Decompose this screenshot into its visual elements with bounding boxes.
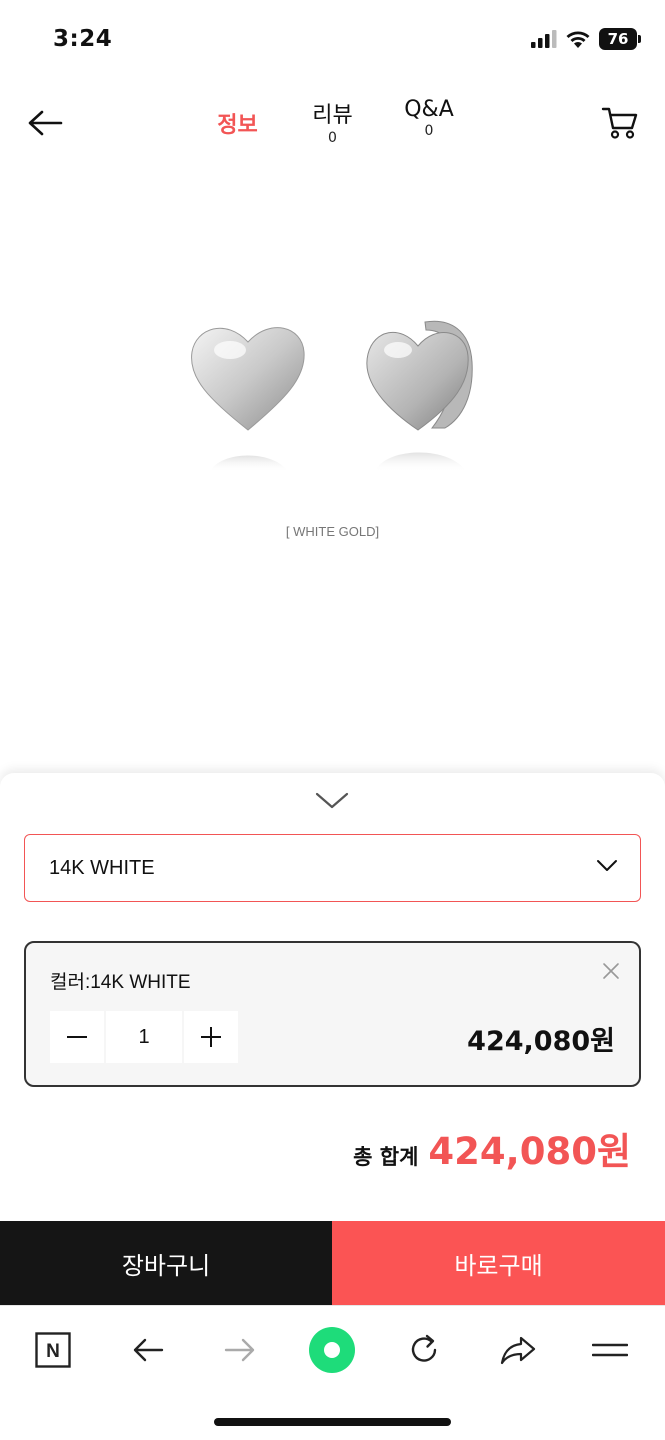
tab-review-count: 0 bbox=[328, 130, 337, 146]
product-image bbox=[170, 300, 500, 500]
tab-qna-count: 0 bbox=[424, 123, 434, 139]
tab-review[interactable]: 리뷰 0 bbox=[305, 97, 360, 146]
share-button[interactable] bbox=[494, 1326, 542, 1374]
arrow-left-icon bbox=[133, 1338, 164, 1362]
green-dot-icon bbox=[309, 1327, 355, 1373]
decrease-quantity-button[interactable] bbox=[50, 1011, 104, 1063]
top-nav: 정보 리뷰 0 Q&A 0 bbox=[0, 85, 665, 165]
option-sheet: 14K WHITE 컬러:14K WHITE 1 424,080원 총 합계 4… bbox=[0, 773, 665, 1223]
tab-qna-label: Q&A bbox=[404, 97, 454, 122]
increase-quantity-button[interactable] bbox=[184, 1011, 238, 1063]
collapse-sheet-button[interactable] bbox=[312, 791, 352, 813]
reload-icon bbox=[411, 1334, 437, 1362]
tab-review-label: 리뷰 bbox=[312, 103, 353, 128]
image-caption: [ WHITE GOLD] bbox=[285, 524, 380, 539]
buy-now-button[interactable]: 바로구매 bbox=[332, 1221, 665, 1305]
arrow-right-icon bbox=[224, 1338, 255, 1362]
option-select-value: 14K WHITE bbox=[49, 857, 155, 879]
menu-button[interactable] bbox=[586, 1326, 634, 1374]
selected-option-name: 컬러:14K WHITE bbox=[50, 972, 191, 993]
browser-home-button[interactable]: N bbox=[29, 1326, 77, 1374]
menu-icon bbox=[592, 1343, 628, 1357]
selected-option-price: 424,080원 bbox=[467, 1026, 615, 1057]
shopping-cart-icon bbox=[601, 107, 638, 139]
minus-icon bbox=[67, 1036, 87, 1038]
action-bar: 장바구니 바로구매 bbox=[0, 1221, 665, 1305]
close-icon bbox=[603, 963, 619, 979]
status-icons: 76 bbox=[531, 28, 641, 50]
tab-info[interactable]: 정보 bbox=[210, 107, 265, 139]
naver-n-icon: N bbox=[35, 1332, 71, 1368]
browser-toolbar: N bbox=[0, 1305, 665, 1395]
quantity-stepper: 1 bbox=[50, 1011, 238, 1063]
quantity-value[interactable]: 1 bbox=[106, 1011, 182, 1063]
reload-button[interactable] bbox=[400, 1326, 448, 1374]
svg-text:N: N bbox=[46, 1341, 60, 1362]
green-dot-button[interactable] bbox=[308, 1326, 356, 1374]
total-price: 424,080원 bbox=[428, 1130, 631, 1173]
wifi-icon bbox=[566, 31, 590, 48]
total-row: 총 합계 424,080원 bbox=[353, 1121, 631, 1175]
plus-icon bbox=[201, 1027, 221, 1047]
cellular-signal-icon bbox=[531, 30, 557, 48]
option-select[interactable]: 14K WHITE bbox=[24, 834, 641, 902]
status-bar: 3:24 76 bbox=[0, 0, 665, 80]
remove-option-button[interactable] bbox=[599, 959, 623, 983]
selected-option-card: 컬러:14K WHITE 1 424,080원 bbox=[24, 941, 641, 1087]
arrow-left-icon bbox=[28, 110, 63, 136]
heart-earrings-image bbox=[191, 320, 473, 472]
share-arrow-icon bbox=[500, 1336, 536, 1365]
home-indicator bbox=[214, 1418, 451, 1426]
total-label: 총 합계 bbox=[353, 1145, 419, 1169]
tab-info-label: 정보 bbox=[217, 113, 258, 138]
status-time: 3:24 bbox=[53, 26, 113, 52]
tab-qna[interactable]: Q&A 0 bbox=[398, 97, 460, 139]
battery-indicator: 76 bbox=[599, 28, 641, 50]
add-to-cart-button[interactable]: 장바구니 bbox=[0, 1221, 332, 1305]
back-button[interactable] bbox=[22, 103, 68, 143]
cart-button[interactable] bbox=[597, 101, 643, 145]
chevron-down-icon bbox=[597, 860, 617, 871]
browser-forward-button[interactable] bbox=[216, 1326, 264, 1374]
browser-back-button[interactable] bbox=[124, 1326, 172, 1374]
chevron-down-icon bbox=[315, 792, 349, 809]
